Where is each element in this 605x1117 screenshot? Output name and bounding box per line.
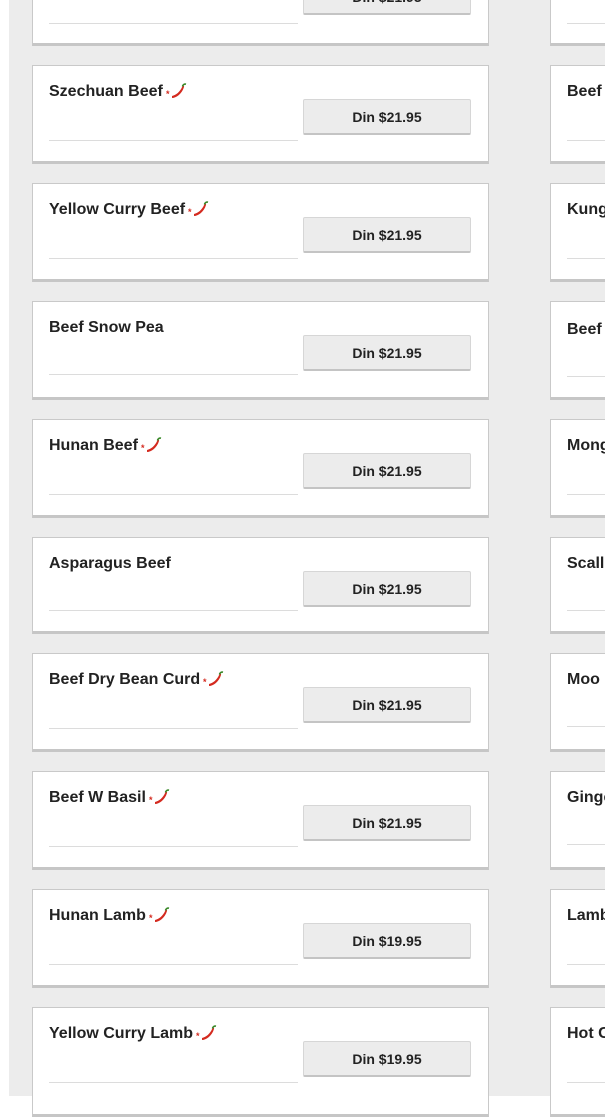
- divider: [49, 494, 298, 495]
- add-to-order-button[interactable]: Din $21.95: [303, 0, 471, 15]
- divider: [567, 258, 605, 259]
- divider: [567, 494, 605, 495]
- menu-item-card[interactable]: Scall: [550, 537, 605, 634]
- divider: [49, 140, 298, 141]
- menu-item-name: Beef: [567, 321, 602, 338]
- divider: [567, 140, 605, 141]
- menu-item-name-text: Beef Dry Bean Curd: [49, 671, 201, 688]
- menu-item-name: Scall: [567, 555, 605, 572]
- svg-text:*: *: [149, 795, 153, 805]
- menu-item-name-text: Yellow Curry Beef: [49, 201, 186, 218]
- chili-pepper-icon: *: [203, 671, 225, 689]
- menu-item-card[interactable]: Hot C: [550, 1007, 605, 1117]
- menu-item-name: Hunan Beef *: [49, 436, 163, 456]
- menu-item-name: Ginge: [567, 789, 605, 806]
- svg-text:*: *: [149, 913, 153, 923]
- menu-item-card[interactable]: Din $21.95: [32, 0, 489, 46]
- divider: [49, 964, 298, 965]
- menu-item-card[interactable]: Mong: [550, 419, 605, 518]
- divider: [567, 23, 605, 24]
- menu-item-name: Yellow Curry Lamb *: [49, 1024, 218, 1044]
- menu-item-name: Hot C: [567, 1025, 605, 1042]
- menu-item-name-text: Yellow Curry Lamb: [49, 1025, 194, 1042]
- menu-item-card[interactable]: Yellow Curry Lamb * Din $19.95: [32, 1007, 489, 1117]
- add-to-order-button[interactable]: Din $21.95: [303, 99, 471, 135]
- menu-item-card[interactable]: Yellow Curry Beef * Din $21.95: [32, 183, 489, 282]
- add-to-order-button[interactable]: Din $21.95: [303, 217, 471, 253]
- menu-item-name-text: Szechuan Beef: [49, 83, 163, 100]
- menu-item-name: Moo: [567, 671, 600, 688]
- menu-item-card[interactable]: Hunan Beef * Din $21.95: [32, 419, 489, 518]
- chili-pepper-icon: *: [166, 83, 188, 101]
- menu-item-name-text: Hunan Lamb: [49, 907, 146, 924]
- menu-item-card[interactable]: Moo: [550, 653, 605, 752]
- divider: [49, 728, 298, 729]
- svg-text:*: *: [166, 89, 170, 99]
- divider: [567, 1082, 605, 1083]
- menu-item-card[interactable]: Beef Dry Bean Curd * Din $21.95: [32, 653, 489, 752]
- divider: [49, 374, 298, 375]
- menu-item-name: Yellow Curry Beef *: [49, 200, 210, 220]
- divider: [567, 610, 605, 611]
- add-to-order-button[interactable]: Din $21.95: [303, 335, 471, 371]
- menu-item-name: Beef Dry Bean Curd *: [49, 670, 225, 690]
- menu-item-card[interactable]: Beef: [550, 65, 605, 164]
- menu-item-card[interactable]: Kung: [550, 183, 605, 282]
- divider: [49, 23, 298, 24]
- divider: [49, 1082, 298, 1083]
- divider: [49, 258, 298, 259]
- menu-item-name: Beef W Basil *: [49, 788, 171, 808]
- menu-item-name: Mong: [567, 437, 605, 454]
- menu-item-card[interactable]: Asparagus Beef Din $21.95: [32, 537, 489, 634]
- chili-pepper-icon: *: [188, 201, 210, 219]
- menu-item-name: Beef: [567, 83, 602, 100]
- add-to-order-button[interactable]: Din $21.95: [303, 805, 471, 841]
- add-to-order-button[interactable]: Din $21.95: [303, 687, 471, 723]
- divider: [567, 726, 605, 727]
- menu-item-name: Asparagus Beef: [49, 555, 171, 572]
- svg-text:*: *: [188, 207, 192, 217]
- add-to-order-button[interactable]: Din $19.95: [303, 1041, 471, 1077]
- menu-item-card[interactable]: Beef W Basil * Din $21.95: [32, 771, 489, 870]
- menu-item-name-text: Beef W Basil: [49, 789, 146, 806]
- divider: [49, 846, 298, 847]
- add-to-order-button[interactable]: Din $19.95: [303, 923, 471, 959]
- svg-text:*: *: [196, 1031, 200, 1041]
- menu-item-name: Hunan Lamb *: [49, 906, 171, 926]
- chili-pepper-icon: *: [149, 907, 171, 925]
- menu-item-card[interactable]: [550, 0, 605, 46]
- menu-item-name: Kung: [567, 201, 605, 218]
- menu-item-card[interactable]: Lamb: [550, 889, 605, 988]
- menu-item-name-text: Hunan Beef: [49, 437, 138, 454]
- menu-item-card[interactable]: Szechuan Beef * Din $21.95: [32, 65, 489, 164]
- divider: [567, 376, 605, 377]
- svg-text:*: *: [203, 677, 207, 687]
- add-to-order-button[interactable]: Din $21.95: [303, 453, 471, 489]
- chili-pepper-icon: *: [196, 1025, 218, 1043]
- menu-item-name: Beef Snow Pea: [49, 319, 164, 336]
- menu-item-card[interactable]: Beef Snow Pea Din $21.95: [32, 301, 489, 400]
- menu-item-card[interactable]: Hunan Lamb * Din $19.95: [32, 889, 489, 988]
- menu-item-name: Szechuan Beef *: [49, 82, 188, 102]
- menu-item-card[interactable]: Beef: [550, 301, 605, 400]
- menu-item-card[interactable]: Ginge: [550, 771, 605, 870]
- svg-text:*: *: [141, 443, 145, 453]
- divider: [567, 844, 605, 845]
- chili-pepper-icon: *: [149, 789, 171, 807]
- divider: [49, 610, 298, 611]
- chili-pepper-icon: *: [141, 437, 163, 455]
- add-to-order-button[interactable]: Din $21.95: [303, 571, 471, 607]
- menu-item-name: Lamb: [567, 907, 605, 924]
- divider: [567, 964, 605, 965]
